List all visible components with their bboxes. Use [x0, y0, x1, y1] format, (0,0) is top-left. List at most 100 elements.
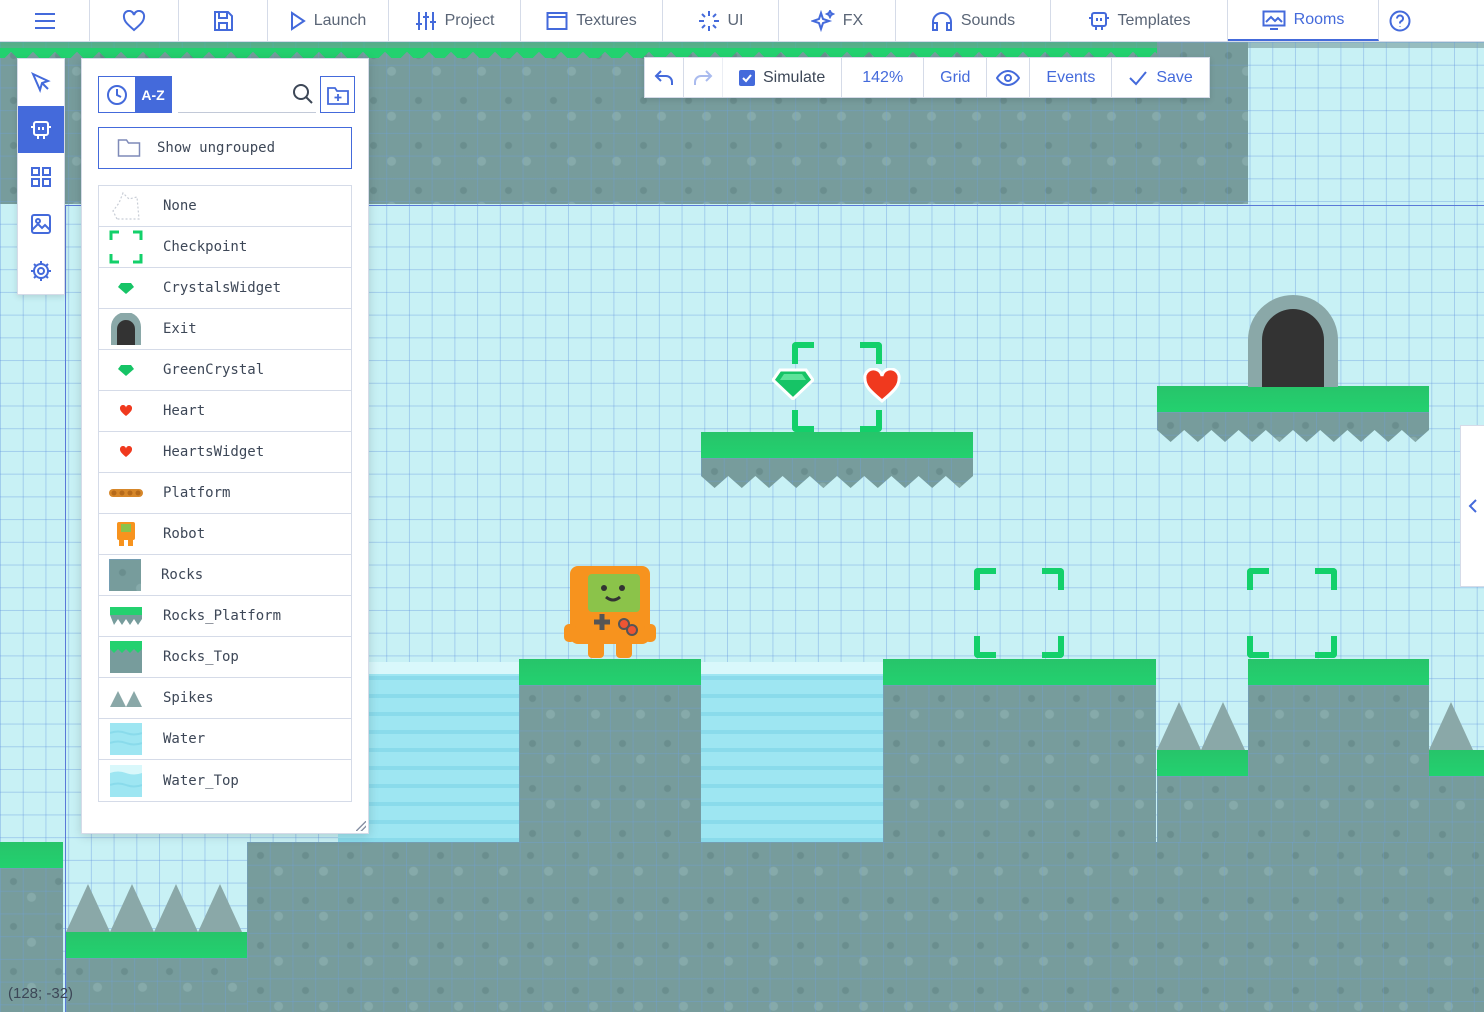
template-list: None Checkpoint CrystalsWidget Exit Gree…	[98, 185, 352, 802]
template-item-robot[interactable]: Robot	[99, 514, 351, 555]
template-search-input[interactable]	[178, 76, 288, 112]
template-name: Spikes	[163, 690, 214, 706]
exit-door	[1248, 295, 1338, 387]
simulate-checkbox[interactable]	[739, 69, 755, 86]
sort-az-label: A-Z	[141, 86, 165, 103]
template-item-none[interactable]: None	[99, 186, 351, 227]
visibility-button[interactable]	[987, 58, 1031, 97]
heart-thumbnail	[109, 435, 143, 469]
template-name: GreenCrystal	[163, 362, 265, 378]
rocks-top-c	[1248, 659, 1429, 695]
properties-panel-toggle[interactable]	[1460, 425, 1484, 587]
tab-templates-label: Templates	[1117, 11, 1191, 29]
patrons-button[interactable]	[90, 0, 179, 41]
template-name: Checkpoint	[163, 239, 248, 255]
spikes-thumbnail	[109, 681, 143, 715]
template-name: Water	[163, 731, 206, 747]
show-ungrouped-button[interactable]: Show ungrouped	[98, 127, 352, 169]
backgrounds-icon	[31, 213, 51, 234]
folder-plus-icon	[326, 86, 349, 105]
rocks-top-thumbnail	[109, 640, 143, 674]
template-item-water[interactable]: Water	[99, 719, 351, 760]
tab-textures[interactable]: Textures	[521, 0, 663, 41]
template-name: CrystalsWidget	[163, 280, 282, 296]
rocks-column-c	[1248, 685, 1429, 842]
zoom-button[interactable]: 142%	[842, 58, 925, 97]
new-folder-button[interactable]	[320, 76, 355, 113]
template-item-crystalswidget[interactable]: CrystalsWidget	[99, 268, 351, 309]
rocks-thumbnail	[109, 559, 141, 591]
template-name: Platform	[163, 485, 231, 501]
undo-button[interactable]	[645, 58, 684, 97]
template-item-checkpoint[interactable]: Checkpoint	[99, 227, 351, 268]
template-item-platform[interactable]: Platform	[99, 473, 351, 514]
rocks-column-a	[519, 685, 701, 842]
check-icon	[742, 73, 752, 82]
template-item-heartswidget[interactable]: HeartsWidget	[99, 432, 351, 473]
template-item-exit[interactable]: Exit	[99, 309, 351, 350]
room-settings-button[interactable]	[18, 247, 64, 294]
template-name: Heart	[163, 403, 206, 419]
checkpoint-2	[974, 568, 1064, 658]
save-project-button[interactable]	[179, 0, 268, 41]
rocks-edge-top	[0, 42, 1484, 48]
tab-rooms[interactable]: Rooms	[1228, 0, 1379, 41]
template-item-heart[interactable]: Heart	[99, 391, 351, 432]
tab-textures-label: Textures	[576, 11, 637, 29]
tab-sounds[interactable]: Sounds	[896, 0, 1051, 41]
checkpoint-thumbnail	[109, 230, 143, 264]
tab-fx[interactable]: FX	[779, 0, 896, 41]
eye-icon	[996, 69, 1021, 86]
template-item-water-top[interactable]: Water_Top	[99, 760, 351, 801]
template-item-spikes[interactable]: Spikes	[99, 678, 351, 719]
menu-button[interactable]	[0, 0, 90, 41]
help-button[interactable]	[1379, 0, 1421, 41]
template-item-rocks-top[interactable]: Rocks_Top	[99, 637, 351, 678]
events-button[interactable]: Events	[1030, 58, 1113, 97]
template-picker-panel: A-Z Show ungrouped None Checkpoint Cryst…	[81, 58, 369, 834]
simulate-toggle[interactable]: Simulate	[723, 58, 843, 97]
crystal-thumbnail	[109, 271, 143, 305]
template-item-greencrystal[interactable]: GreenCrystal	[99, 350, 351, 391]
template-name: HeartsWidget	[163, 444, 265, 460]
template-item-rocks-platform[interactable]: Rocks_Platform	[99, 596, 351, 637]
panel-resize-handle[interactable]	[356, 821, 366, 831]
tab-launch-label: Launch	[313, 11, 367, 29]
backgrounds-tool-button[interactable]	[18, 200, 64, 247]
select-tool-button[interactable]	[18, 59, 64, 106]
tab-project[interactable]: Project	[389, 0, 521, 41]
save-icon	[214, 10, 233, 31]
tiles-tool-button[interactable]	[18, 153, 64, 200]
save-room-button[interactable]: Save	[1112, 58, 1208, 97]
ui-icon	[698, 10, 719, 31]
search-icon[interactable]	[292, 83, 314, 105]
grid-label: Grid	[940, 68, 971, 86]
tab-sounds-label: Sounds	[960, 11, 1016, 29]
sort-by-date-button[interactable]	[99, 77, 135, 112]
tab-ui[interactable]: UI	[663, 0, 779, 41]
sort-by-name-button[interactable]: A-Z	[135, 77, 171, 112]
tab-launch[interactable]: Launch	[268, 0, 389, 41]
rocks-far	[1429, 776, 1484, 842]
chevron-left-icon	[1468, 499, 1477, 513]
tab-templates[interactable]: Templates	[1051, 0, 1228, 41]
headphones-icon	[931, 11, 952, 31]
template-name: Water_Top	[163, 772, 239, 789]
room-icon	[1262, 10, 1286, 30]
checkpoint-1	[792, 342, 882, 432]
template-icon	[1088, 11, 1109, 30]
grid-button[interactable]: Grid	[924, 58, 988, 97]
rocks-platform-thumbnail	[109, 599, 143, 633]
main-menubar: Launch Project Textures UI FX Sounds Tem…	[0, 0, 1484, 42]
templates-tool-button[interactable]	[18, 106, 64, 153]
undo-icon	[654, 69, 673, 85]
robot-thumbnail	[109, 517, 143, 551]
template-item-rocks[interactable]: Rocks	[99, 555, 351, 596]
template-search	[178, 76, 316, 113]
redo-button[interactable]	[684, 58, 723, 97]
template-name: Rocks_Platform	[163, 608, 282, 624]
template-name: Rocks	[161, 567, 204, 583]
rocks-top-bottom-left	[0, 842, 63, 878]
room-toolbar: Simulate 142% Grid Events Save	[644, 57, 1210, 98]
tiles-icon	[31, 166, 51, 187]
